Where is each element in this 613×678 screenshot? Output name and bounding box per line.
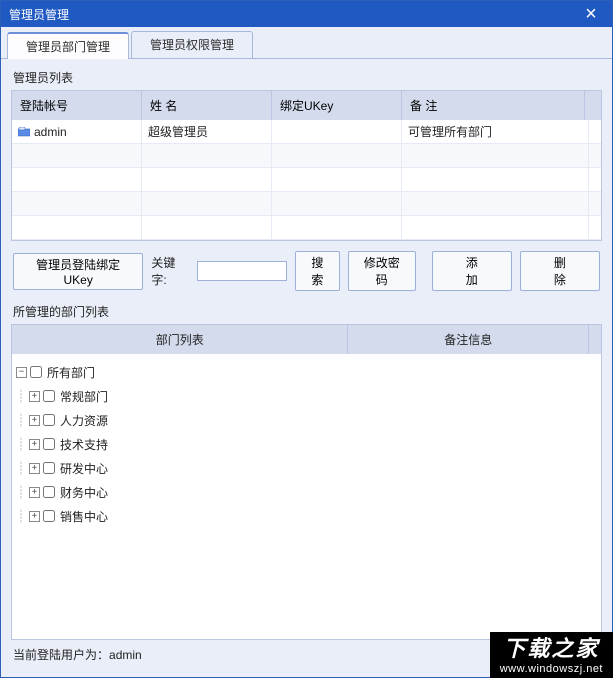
tree-node[interactable]: ┊+ 常规部门 (16, 384, 597, 408)
admin-grid-header: 登陆帐号 姓 名 绑定UKey 备 注 (12, 91, 601, 120)
titlebar: 管理员管理 × (1, 1, 612, 27)
delete-button[interactable]: 删 除 (520, 251, 600, 291)
tree-checkbox[interactable] (30, 366, 42, 378)
cell-extra (589, 120, 601, 143)
tree-node[interactable]: ┊+ 研发中心 (16, 456, 597, 480)
cell-ukey (272, 120, 402, 143)
tree-label: 所有部门 (45, 364, 95, 381)
admin-grid: 登陆帐号 姓 名 绑定UKey 备 注 admin 超级管理员 可管理所有部 (11, 90, 602, 241)
tree-root[interactable]: − 所有部门 (16, 360, 597, 384)
admin-list-label: 管理员列表 (11, 65, 602, 90)
expander-icon[interactable]: − (16, 367, 27, 378)
tab-dept-mgmt[interactable]: 管理员部门管理 (7, 32, 129, 59)
expander-icon[interactable]: + (29, 487, 40, 498)
dept-list-label: 所管理的部门列表 (11, 299, 602, 324)
table-row[interactable] (12, 144, 601, 168)
window: 管理员管理 × 管理员部门管理 管理员权限管理 管理员列表 登陆帐号 姓 名 绑… (0, 0, 613, 678)
tree-node[interactable]: ┊+ 财务中心 (16, 480, 597, 504)
watermark-url: www.windowszj.net (500, 663, 603, 676)
expander-icon[interactable]: + (29, 391, 40, 402)
tree-line: ┊ (16, 389, 26, 403)
tree-col-dept[interactable]: 部门列表 (12, 325, 348, 354)
status-user: admin (109, 648, 142, 662)
tree-line: ┊ (16, 413, 26, 427)
tree-node[interactable]: ┊+ 技术支持 (16, 432, 597, 456)
content-area: 管理员列表 登陆帐号 姓 名 绑定UKey 备 注 admin 超级管理员 (1, 59, 612, 677)
dept-tree-body: − 所有部门 ┊+常规部门┊+人力资源┊+技术支持┊+研发中心┊+财务中心┊+销… (12, 354, 601, 639)
tree-label: 研发中心 (58, 460, 108, 477)
expander-icon[interactable]: + (29, 463, 40, 474)
col-header-remark[interactable]: 备 注 (402, 91, 585, 120)
tree-checkbox[interactable] (43, 462, 55, 474)
keyword-label: 关键字: (151, 254, 189, 288)
tree-line: ┊ (16, 461, 26, 475)
col-header-extra (585, 91, 601, 120)
tree-label: 常规部门 (58, 388, 108, 405)
tree-label: 人力资源 (58, 412, 108, 429)
table-row[interactable]: admin 超级管理员 可管理所有部门 (12, 120, 601, 144)
bind-ukey-button[interactable]: 管理员登陆绑定UKey (13, 253, 143, 290)
table-row[interactable] (12, 168, 601, 192)
tree-checkbox[interactable] (43, 414, 55, 426)
col-header-ukey[interactable]: 绑定UKey (272, 91, 402, 120)
add-button[interactable]: 添 加 (432, 251, 512, 291)
cell-remark: 可管理所有部门 (402, 120, 589, 143)
tree-node[interactable]: ┊+ 人力资源 (16, 408, 597, 432)
tree-label: 技术支持 (58, 436, 108, 453)
dept-tree: 部门列表 备注信息 − 所有部门 ┊+常规部门┊+人力资源┊+技术支持┊+研发中… (11, 324, 602, 640)
tree-checkbox[interactable] (43, 390, 55, 402)
user-icon (18, 127, 30, 137)
tree-label: 财务中心 (58, 484, 108, 501)
col-header-account[interactable]: 登陆帐号 (12, 91, 142, 120)
table-row[interactable] (12, 192, 601, 216)
table-row[interactable] (12, 216, 601, 240)
tree-col-remark[interactable]: 备注信息 (348, 325, 589, 354)
tree-checkbox[interactable] (43, 486, 55, 498)
admin-grid-body: admin 超级管理员 可管理所有部门 (12, 120, 601, 240)
expander-icon[interactable]: + (29, 511, 40, 522)
keyword-input[interactable] (197, 261, 287, 281)
tree-line: ┊ (16, 437, 26, 451)
tree-label: 销售中心 (58, 508, 108, 525)
cell-name: 超级管理员 (142, 120, 272, 143)
search-button[interactable]: 搜索 (295, 251, 340, 291)
close-icon[interactable]: × (578, 1, 604, 27)
expander-icon[interactable]: + (29, 415, 40, 426)
tree-line: ┊ (16, 485, 26, 499)
status-prefix: 当前登陆用户为： (13, 648, 109, 662)
cell-account: admin (12, 120, 142, 143)
change-password-button[interactable]: 修改密码 (348, 251, 416, 291)
account-text: admin (34, 125, 67, 139)
toolbar: 管理员登陆绑定UKey 关键字: 搜索 修改密码 添 加 删 除 (11, 241, 602, 299)
tab-perm-mgmt[interactable]: 管理员权限管理 (131, 31, 253, 58)
tab-strip: 管理员部门管理 管理员权限管理 (1, 27, 612, 59)
window-title: 管理员管理 (9, 6, 578, 23)
dept-tree-header: 部门列表 备注信息 (12, 325, 601, 354)
tree-node[interactable]: ┊+ 销售中心 (16, 504, 597, 528)
tree-col-extra (589, 325, 601, 354)
watermark: 下载之家 www.windowszj.net (490, 632, 613, 678)
expander-icon[interactable]: + (29, 439, 40, 450)
watermark-title: 下载之家 (500, 636, 603, 662)
tree-checkbox[interactable] (43, 510, 55, 522)
tree-checkbox[interactable] (43, 438, 55, 450)
tree-line: ┊ (16, 509, 26, 523)
col-header-name[interactable]: 姓 名 (142, 91, 272, 120)
